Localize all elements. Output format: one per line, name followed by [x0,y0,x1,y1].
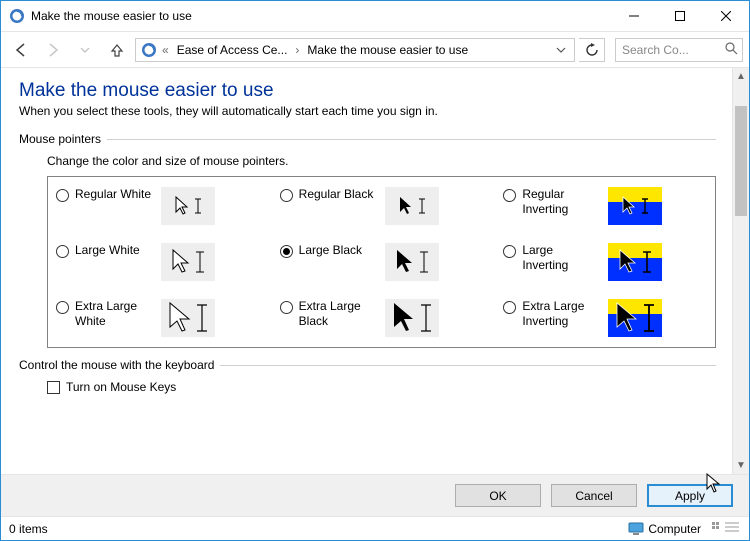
close-button[interactable] [703,1,749,31]
pointer-swatch [385,243,439,281]
option-extra-large-black[interactable]: Extra Large Black [280,299,484,337]
minimize-button[interactable] [611,1,657,31]
option-large-inverting[interactable]: Large Inverting [503,243,707,281]
pointer-swatch [161,187,215,225]
option-regular-inverting[interactable]: Regular Inverting [503,187,707,225]
group-pointers-title: Mouse pointers [19,132,101,146]
button-bar: OK Cancel Apply [1,474,749,516]
pointer-swatch [608,299,662,337]
content-area: Make the mouse easier to use When you se… [1,68,732,474]
option-label: Regular White [75,187,155,202]
pointer-swatch [161,299,215,337]
pointer-swatch [161,243,215,281]
radio-icon [56,245,69,258]
breadcrumb-icon [140,41,158,59]
radio-icon [280,301,293,314]
option-label: Regular Black [299,187,379,202]
option-label: Large White [75,243,155,258]
recent-dropdown-icon[interactable] [71,36,99,64]
option-label: Large Inverting [522,243,602,273]
pointer-swatch [608,187,662,225]
chevron-left-icon[interactable]: « [160,43,171,57]
up-button[interactable] [103,36,131,64]
ok-button[interactable]: OK [455,484,541,507]
group-keyboard-title: Control the mouse with the keyboard [19,358,214,372]
radio-icon [503,245,516,258]
mouse-keys-checkbox-row[interactable]: Turn on Mouse Keys [47,380,716,394]
chevron-right-icon[interactable]: › [293,43,301,57]
breadcrumb-dropdown-icon[interactable] [552,45,570,55]
option-label: Extra Large Black [299,299,379,329]
breadcrumb[interactable]: « Ease of Access Ce... › Make the mouse … [135,38,575,62]
scrollbar[interactable]: ▲ ▼ [732,68,749,474]
radio-icon [56,301,69,314]
view-icons[interactable] [711,520,741,537]
group-mouse-pointers: Mouse pointers Change the color and size… [19,132,716,348]
option-label: Large Black [299,243,379,258]
maximize-button[interactable] [657,1,703,31]
option-label: Extra Large Inverting [522,299,602,329]
search-icon[interactable] [725,42,738,58]
page-title: Make the mouse easier to use [19,80,716,102]
navbar: « Ease of Access Ce... › Make the mouse … [1,32,749,68]
option-extra-large-inverting[interactable]: Extra Large Inverting [503,299,707,337]
mouse-keys-label: Turn on Mouse Keys [66,380,176,394]
option-extra-large-white[interactable]: Extra Large White [56,299,260,337]
search-input[interactable] [620,42,712,58]
status-bar: 0 items Computer [1,516,749,540]
cancel-button[interactable]: Cancel [551,484,637,507]
scroll-up-icon[interactable]: ▲ [733,68,749,85]
search-box[interactable] [615,38,743,62]
breadcrumb-crumb-1[interactable]: Ease of Access Ce... [173,39,292,61]
pointer-swatch [385,187,439,225]
pointer-options-box: Regular White Regular Black [47,176,716,348]
option-regular-black[interactable]: Regular Black [280,187,484,225]
group-pointers-desc: Change the color and size of mouse point… [47,154,716,168]
titlebar: Make the mouse easier to use [1,1,749,32]
breadcrumb-crumb-2[interactable]: Make the mouse easier to use [303,39,472,61]
status-computer: Computer [628,522,701,536]
option-label: Regular Inverting [522,187,602,217]
window-root: Make the mouse easier to use « Ease of A… [0,0,750,541]
option-regular-white[interactable]: Regular White [56,187,260,225]
radio-icon [503,301,516,314]
window-title: Make the mouse easier to use [31,9,192,23]
group-keyboard: Control the mouse with the keyboard Turn… [19,358,716,394]
pointer-swatch [608,243,662,281]
back-button[interactable] [7,36,35,64]
refresh-button[interactable] [579,38,605,62]
radio-icon [503,189,516,202]
forward-button[interactable] [39,36,67,64]
status-items: 0 items [9,522,48,536]
app-icon [9,8,25,24]
option-label: Extra Large White [75,299,155,329]
page-subtitle: When you select these tools, they will a… [19,104,716,118]
option-large-black[interactable]: Large Black [280,243,484,281]
radio-icon [56,189,69,202]
scroll-down-icon[interactable]: ▼ [733,457,749,474]
radio-icon [280,245,293,258]
pointer-swatch [385,299,439,337]
option-large-white[interactable]: Large White [56,243,260,281]
computer-icon [628,522,644,536]
scroll-thumb[interactable] [735,106,747,216]
radio-icon [280,189,293,202]
apply-button[interactable]: Apply [647,484,733,507]
checkbox-icon [47,381,60,394]
